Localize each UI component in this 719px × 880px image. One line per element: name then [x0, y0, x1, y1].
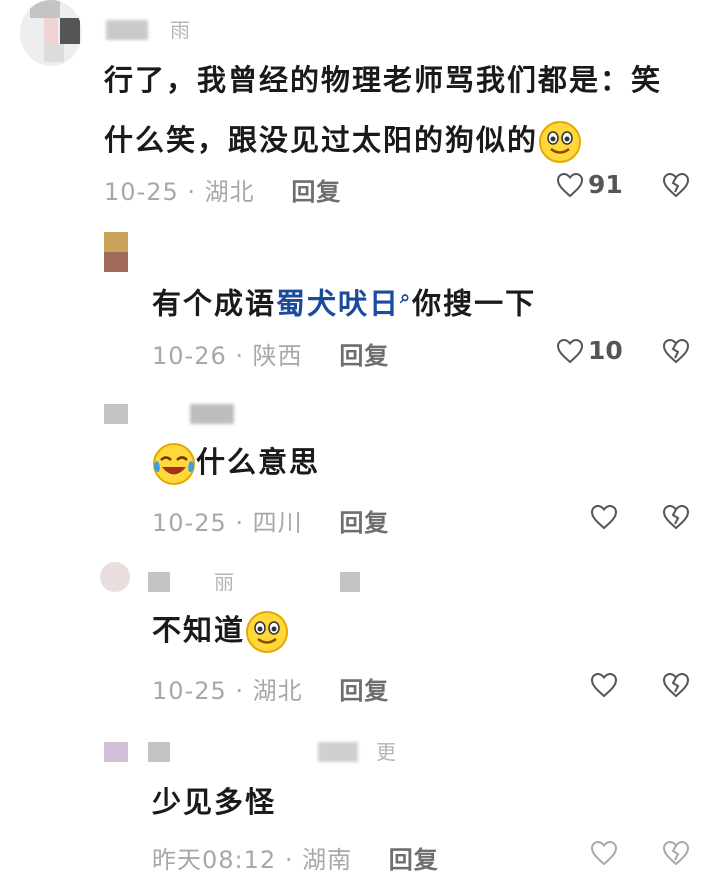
comment-meta: 10-26 · 陕西 回复 — [152, 336, 389, 371]
comment-location: 四川 — [252, 509, 303, 537]
broken-heart-icon[interactable] — [662, 840, 690, 866]
comment-text: 少见多怪 — [152, 772, 276, 832]
reply-button[interactable]: 回复 — [339, 342, 389, 370]
comment-text: 不知道 — [152, 600, 289, 660]
laughing-tears-emoji — [152, 442, 196, 486]
comment-location: 湖北 — [252, 677, 303, 705]
username-fragment: 丽 — [214, 570, 234, 594]
separator: · — [235, 677, 245, 705]
avatar[interactable] — [20, 0, 82, 66]
broken-heart-icon[interactable] — [662, 672, 690, 698]
separator: · — [187, 178, 197, 206]
avatar[interactable] — [104, 232, 128, 272]
username-fragment: 更 — [376, 740, 396, 764]
comment-line-1: 行了，我曾经的物理老师骂我们都是：笑 — [104, 63, 663, 97]
separator: · — [235, 342, 245, 370]
username-blur — [340, 572, 360, 592]
comment-location: 陕西 — [252, 342, 303, 370]
comment-meta: 昨天08:12 · 湖南 回复 — [152, 840, 439, 875]
comment-meta: 10-25 · 湖北 回复 — [152, 671, 389, 706]
separator: · — [284, 846, 294, 874]
comment-text: 什么意思 — [152, 432, 320, 492]
comment-text: 行了，我曾经的物理老师骂我们都是：笑 什么笑，跟没见过太阳的狗似的 — [104, 50, 704, 170]
like-count: 10 — [588, 336, 623, 365]
comment-date: 10-26 — [152, 342, 227, 370]
comment-line: 不知道 — [152, 613, 246, 647]
comment-date: 昨天08:12 — [152, 846, 277, 874]
username[interactable] — [190, 404, 234, 424]
comment-date: 10-25 — [152, 677, 227, 705]
avatar-mark — [148, 572, 170, 592]
reply-button[interactable]: 回复 — [339, 509, 389, 537]
like-button[interactable]: 91 — [556, 170, 623, 199]
comment-meta: 10-25 · 湖北 回复 — [104, 172, 341, 207]
broken-heart-icon[interactable] — [662, 504, 690, 530]
broken-heart-icon[interactable] — [662, 172, 690, 198]
reply-button[interactable]: 回复 — [339, 677, 389, 705]
comment-location: 湖南 — [302, 846, 353, 874]
like-button[interactable]: 10 — [556, 336, 623, 365]
comment-line: 少见多怪 — [152, 785, 277, 819]
heart-outline-icon — [556, 338, 584, 364]
smiling-face-emoji — [538, 120, 582, 164]
comment-line-2: 什么笑，跟没见过太阳的狗似的 — [104, 123, 539, 157]
search-icon[interactable]: ⌕ — [400, 287, 412, 308]
avatar[interactable] — [100, 562, 130, 592]
comment-text: 有个成语蜀犬吠日⌕你搜一下 — [152, 268, 672, 334]
heart-outline-icon[interactable] — [590, 504, 618, 530]
heart-outline-icon — [556, 172, 584, 198]
username[interactable] — [106, 20, 148, 40]
separator: · — [235, 509, 245, 537]
avatar[interactable] — [104, 404, 128, 424]
comment-location: 湖北 — [204, 178, 255, 206]
like-count: 91 — [588, 170, 623, 199]
broken-heart-icon[interactable] — [662, 338, 690, 364]
reply-button[interactable]: 回复 — [389, 846, 439, 874]
comment-text-before: 有个成语 — [152, 286, 277, 321]
reply-button[interactable]: 回复 — [291, 178, 341, 206]
idiom-search-link[interactable]: 蜀犬吠日 — [276, 287, 400, 321]
comment-text-after: 你搜一下 — [412, 286, 537, 321]
smiling-face-emoji — [245, 610, 289, 654]
comment-date: 10-25 — [152, 509, 227, 537]
username[interactable] — [318, 742, 358, 762]
avatar-mark — [148, 742, 170, 762]
comment-date: 10-25 — [104, 178, 179, 206]
avatar[interactable] — [104, 742, 128, 762]
comment-line: 什么意思 — [196, 445, 321, 479]
heart-outline-icon[interactable] — [590, 840, 618, 866]
heart-outline-icon[interactable] — [590, 672, 618, 698]
username-fragment: 雨 — [170, 18, 190, 42]
comment-meta: 10-25 · 四川 回复 — [152, 503, 389, 538]
